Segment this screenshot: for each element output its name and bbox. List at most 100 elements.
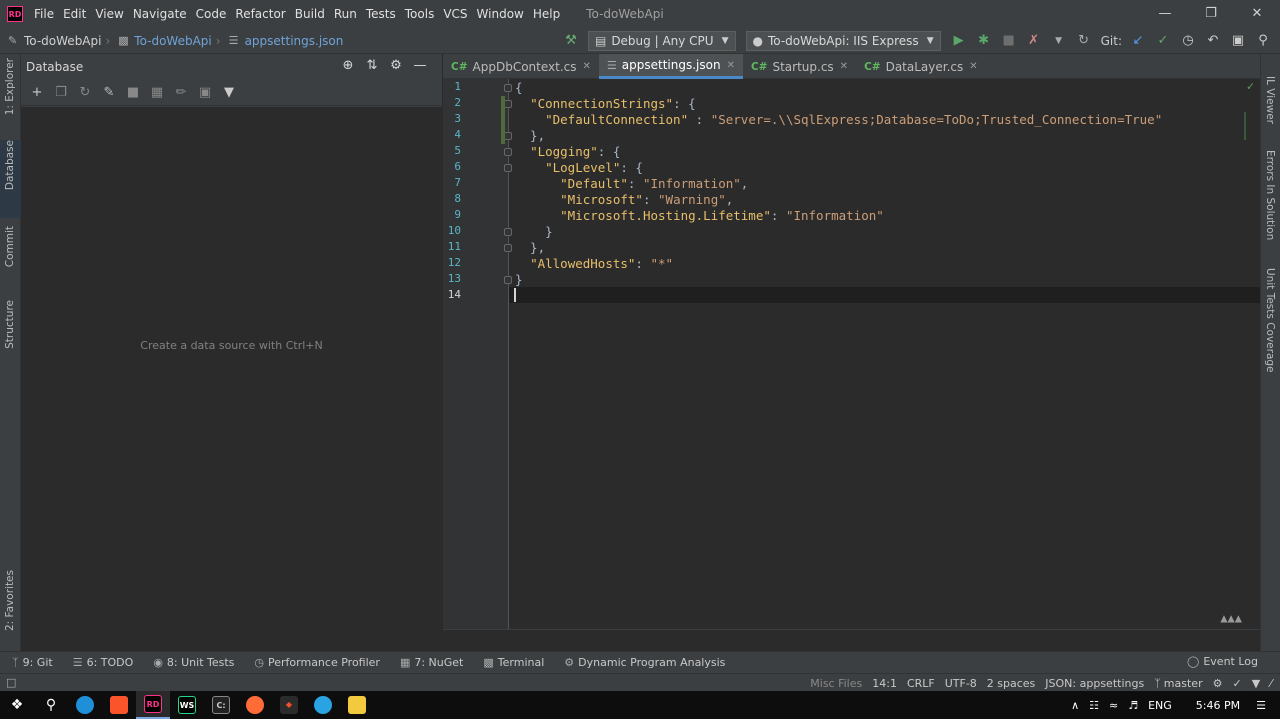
webstorm-app-icon[interactable]: WS [170,691,204,719]
notifications-icon[interactable]: ☰ [1256,699,1266,712]
copy-icon[interactable]: ❐ [53,85,69,101]
chevron-up-icon[interactable]: ∧ [1071,699,1079,712]
sql-console-icon[interactable]: ▣ [197,85,213,101]
menu-help[interactable]: Help [533,7,560,21]
hide-panel-icon[interactable]: — [412,58,428,74]
add-datasource-icon[interactable]: + [29,85,45,101]
tab-datalayer[interactable]: C# DataLayer.cs ✕ [856,54,986,79]
edit-icon[interactable]: ✏ [173,85,189,101]
properties-icon[interactable]: ✎ [101,85,117,101]
git-app-icon[interactable]: ◆ [272,691,306,719]
tab-structure[interactable]: Structure [0,300,21,362]
gear-icon[interactable]: ⚙ [388,58,404,74]
git-update-icon[interactable]: ↙ [1130,33,1146,49]
menu-refactor[interactable]: Refactor [235,7,285,21]
fold-toggle-icon[interactable] [504,276,512,284]
git-commit-icon[interactable]: ✓ [1155,33,1171,49]
tab-appsettings[interactable]: ☰ appsettings.json ✕ [598,54,743,79]
search-icon[interactable]: ⚲ [1255,33,1271,49]
fold-toggle-icon[interactable] [504,100,512,108]
run-icon[interactable]: ▶ [951,33,967,49]
tab-database[interactable]: Database [0,140,21,218]
close-icon[interactable]: ✕ [840,61,848,72]
close-icon[interactable]: ✕ [727,60,735,71]
stop-icon[interactable]: ■ [125,85,141,101]
tool-git[interactable]: ᛉ 9: Git [12,656,53,669]
close-icon[interactable]: ✕ [583,61,591,72]
configuration-selector[interactable]: ▤ Debug | Any CPU ▼ [587,31,736,51]
tab-commit[interactable]: Commit [0,226,21,288]
no-problems-check-icon[interactable]: ✓ [1247,79,1254,93]
fold-toggle-icon[interactable] [504,244,512,252]
status-caret-position[interactable]: 14:1 [872,677,897,690]
refresh-icon[interactable]: ↻ [77,85,93,101]
tool-unit-tests[interactable]: ◉ 8: Unit Tests [153,656,234,669]
tool-nuget[interactable]: ▦ 7: NuGet [400,656,463,669]
menu-edit[interactable]: Edit [63,7,86,21]
stop-icon[interactable]: ■ [1001,33,1017,49]
close-window-button[interactable]: ✕ [1234,0,1280,28]
menu-vcs[interactable]: VCS [443,7,467,21]
search-icon[interactable]: ⚲ [34,691,68,719]
fold-toggle-icon[interactable] [504,132,512,140]
fold-toggle-icon[interactable] [504,164,512,172]
tool-performance-profiler[interactable]: ◷ Performance Profiler [254,656,380,669]
tool-event-log[interactable]: ◯ Event Log [1187,655,1258,668]
status-line-separator[interactable]: CRLF [907,677,935,690]
menu-code[interactable]: Code [196,7,227,21]
history-icon[interactable]: ◷ [1180,33,1196,49]
status-encoding[interactable]: UTF-8 [945,677,977,690]
language-indicator[interactable]: ENG [1148,699,1172,712]
toggle-tool-windows-icon[interactable]: □ [6,676,16,689]
read-only-icon[interactable]: ⁄ [1270,677,1272,690]
menu-window[interactable]: Window [477,7,524,21]
layout-icon[interactable]: ▣ [1230,33,1246,49]
collapse-all-icon[interactable]: ⇅ [364,58,380,74]
tab-explorer[interactable]: 1: Explorer [0,58,21,134]
fold-toggle-icon[interactable] [504,228,512,236]
menu-build[interactable]: Build [295,7,325,21]
build-hammer-icon[interactable]: ⚒ [563,33,579,49]
status-json-schema[interactable]: JSON: appsettings [1045,677,1144,690]
tab-appdbcontext[interactable]: C# AppDbContext.cs ✕ [443,54,599,79]
menu-run[interactable]: Run [334,7,357,21]
debug-icon[interactable]: ✱ [976,33,992,49]
status-misc-files[interactable]: Misc Files [810,677,862,690]
tool-todo[interactable]: ☰ 6: TODO [73,656,134,669]
code-editor[interactable]: 1 2 3 4 5 6 7 8 9 10 11 12 13 14 { "ConnectionStrings… [443,79,1260,651]
breadcrumb-file[interactable]: ☰ appsettings.json [229,34,344,48]
fold-toggle-icon[interactable] [504,84,512,92]
tab-il-viewer[interactable]: IL Viewer [1264,76,1276,124]
run-target-selector[interactable]: ● To-doWebApi: IIS Express ▼ [745,31,941,51]
target-icon[interactable]: ⊕ [340,58,356,74]
file-explorer-icon[interactable] [340,691,374,719]
brave-browser-icon[interactable] [102,691,136,719]
breadcrumb-project[interactable]: ▩ To-doWebApi › [118,34,220,48]
tab-favorites[interactable]: 2: Favorites [0,570,21,646]
status-git-branch[interactable]: master [1164,677,1203,690]
edge-browser-icon[interactable] [68,691,102,719]
menu-navigate[interactable]: Navigate [133,7,187,21]
tool-terminal[interactable]: ▩ Terminal [483,656,544,669]
rollback-icon[interactable]: ↶ [1205,33,1221,49]
restore-button[interactable]: ❐ [1188,0,1234,28]
menu-file[interactable]: File [34,7,54,21]
network-icon[interactable]: ☷ [1089,699,1099,712]
postman-app-icon[interactable] [238,691,272,719]
coverage-icon[interactable]: ↻ [1076,33,1092,49]
menu-tests[interactable]: Tests [366,7,396,21]
menu-tools[interactable]: Tools [405,7,435,21]
tool-dynamic-program-analysis[interactable]: ⚙ Dynamic Program Analysis [564,656,725,669]
tab-errors-in-solution[interactable]: Errors In Solution [1264,150,1276,240]
rider-app-icon[interactable]: RD [136,691,170,719]
close-icon[interactable]: ✕ [969,61,977,72]
status-indent[interactable]: 2 spaces [987,677,1036,690]
plugins-icon[interactable]: ⚙ [1213,677,1223,690]
clock-time[interactable]: 5:46 PM [1196,699,1240,712]
volume-icon[interactable]: ♬ [1128,699,1138,712]
minimize-button[interactable]: — [1142,0,1188,28]
filter-icon[interactable]: ▼ [221,85,237,101]
wifi-icon[interactable]: ≈ [1109,699,1118,712]
inspection-icon[interactable]: ▲▲▲ [1220,611,1242,625]
windows-start-icon[interactable]: ❖ [0,691,34,719]
